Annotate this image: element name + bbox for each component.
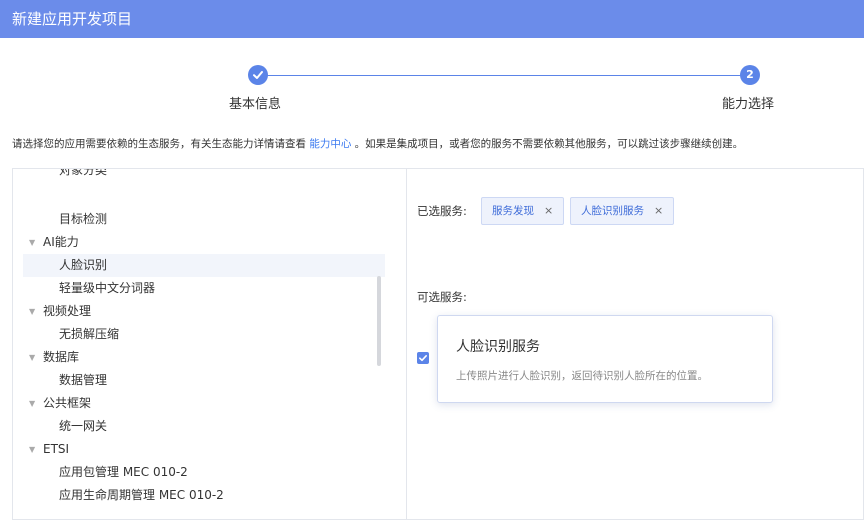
caret-down-icon: ▼: [29, 399, 36, 408]
step-1-check-icon: [248, 65, 268, 85]
tree-item-data-management[interactable]: 数据管理: [13, 369, 393, 392]
service-card-description: 上传照片进行人脸识别，返回待识别人脸所在的位置。: [456, 370, 708, 382]
instruction-text-after: 。如果是集成项目，或者您的服务不需要依赖其他服务，可以跳过该步骤继续创建。: [351, 138, 744, 150]
capability-center-link[interactable]: 能力中心: [309, 138, 351, 150]
caret-down-icon: ▼: [29, 445, 36, 454]
tree-item-unified-gateway[interactable]: 统一网关: [13, 415, 393, 438]
service-card-title: 人脸识别服务: [456, 339, 540, 355]
page-header: 新建应用开发项目: [0, 0, 864, 38]
chip-label: 服务发现: [492, 205, 534, 217]
close-icon[interactable]: ×: [544, 204, 553, 217]
tree-group-label: 视频处理: [43, 304, 92, 318]
service-checkbox[interactable]: [417, 352, 429, 364]
step-2-number: 2: [740, 65, 760, 85]
tree-group-label: 数据库: [43, 350, 80, 364]
capability-tree: 对象分类 目标检测 ▼ AI能力 人脸识别 轻量级中文分词器 ▼ 视频处理 无损…: [12, 168, 406, 520]
caret-down-icon: ▼: [29, 353, 36, 362]
stepper: 2 基本信息 能力选择: [0, 38, 864, 118]
selected-services-label: 已选服务:: [417, 204, 467, 218]
tree-group-database[interactable]: ▼ 数据库: [13, 346, 393, 369]
selected-chip-face-recognition: 人脸识别服务 ×: [570, 197, 675, 225]
check-icon: [419, 355, 427, 362]
tree-item-app-package-mgmt[interactable]: 应用包管理 MEC 010-2: [13, 461, 393, 484]
tree-group-etsi[interactable]: ▼ ETSI: [13, 438, 393, 461]
chip-label: 人脸识别服务: [581, 205, 644, 217]
tree-group-ai[interactable]: ▼ AI能力: [13, 231, 393, 254]
caret-down-icon: ▼: [29, 307, 36, 316]
selected-chip-service-discovery: 服务发现 ×: [481, 197, 565, 225]
tree-group-common-framework[interactable]: ▼ 公共框架: [13, 392, 393, 415]
step-2-label: 能力选择: [722, 97, 775, 112]
tree-item-lossless-decompress[interactable]: 无损解压缩: [13, 323, 393, 346]
tree-item-face-recognition[interactable]: 人脸识别: [23, 254, 385, 277]
instruction-text-before: 请选择您的应用需要依赖的生态服务，有关生态能力详情请查看: [12, 138, 310, 150]
tree-group-label: 公共框架: [43, 396, 92, 410]
stepper-line: [258, 75, 750, 76]
service-card-face-recognition[interactable]: 人脸识别服务 上传照片进行人脸识别，返回待识别人脸所在的位置。: [437, 315, 773, 403]
page-title: 新建应用开发项目: [12, 10, 133, 28]
services-panel: 已选服务: 服务发现 × 人脸识别服务 × 可选服务: 人脸识别服务 上传照片进行人…: [406, 168, 864, 520]
tree-item-partial-bottom[interactable]: 应用生命周期管理 MEC 010-2: [13, 484, 393, 507]
available-services-label: 可选服务:: [417, 290, 467, 304]
close-icon[interactable]: ×: [654, 204, 663, 217]
tree-scrollbar[interactable]: [377, 276, 381, 366]
step-1-label: 基本信息: [229, 97, 282, 112]
tree-item-partial-top[interactable]: 对象分类: [13, 169, 393, 182]
instruction-text: 请选择您的应用需要依赖的生态服务，有关生态能力详情请查看 能力中心 。如果是集成…: [12, 136, 743, 151]
tree-group-video[interactable]: ▼ 视频处理: [13, 300, 393, 323]
tree-item-word-segmenter[interactable]: 轻量级中文分词器: [13, 277, 393, 300]
tree-item-target-detection[interactable]: 目标检测: [13, 208, 393, 231]
caret-down-icon: ▼: [29, 238, 36, 247]
tree-group-label: AI能力: [43, 235, 79, 249]
tree-group-label: ETSI: [43, 442, 70, 456]
